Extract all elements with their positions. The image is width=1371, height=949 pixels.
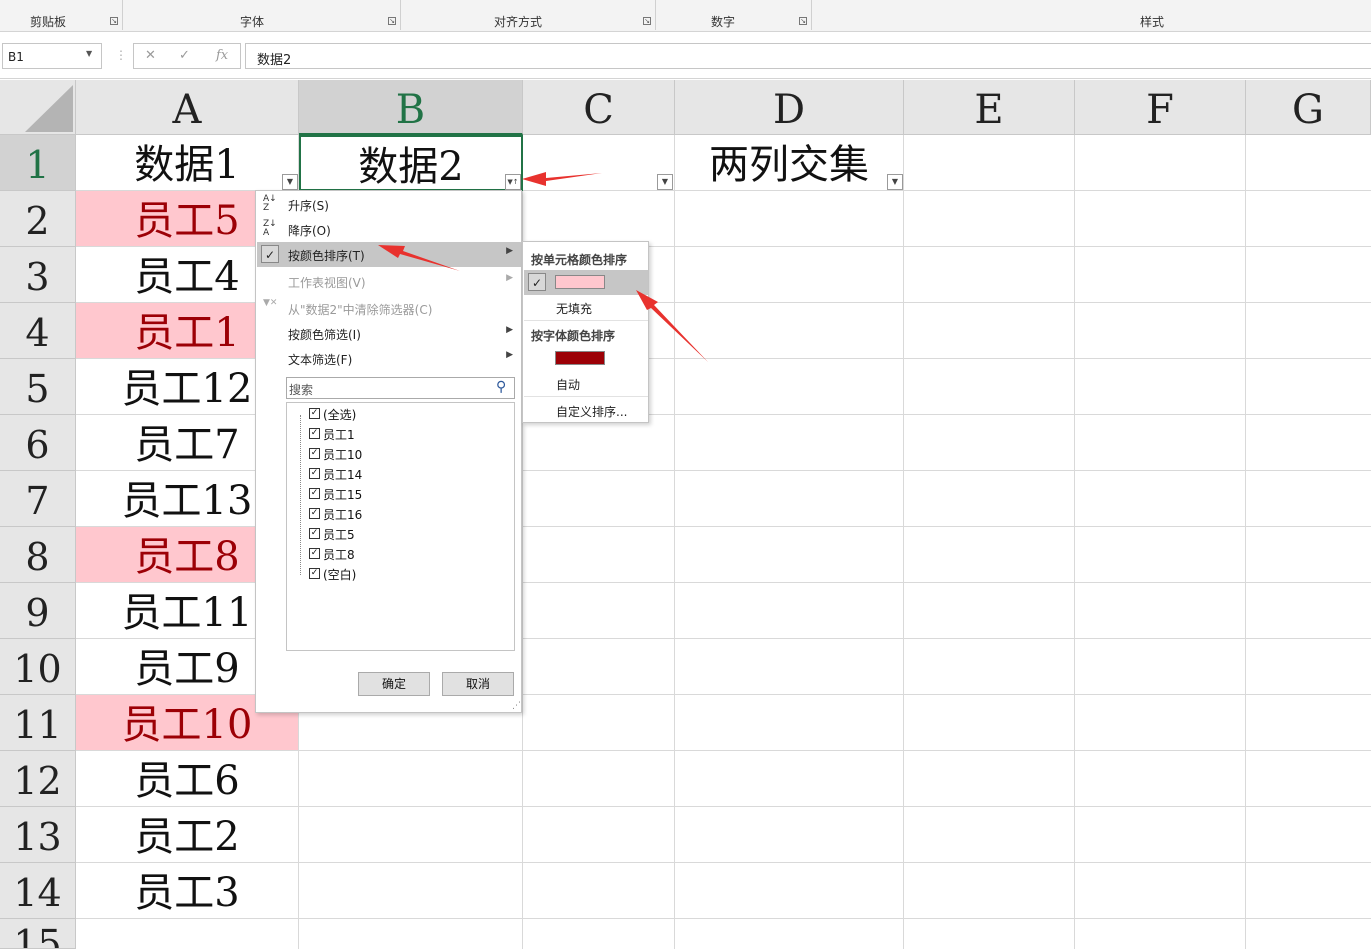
ribbon-group-number: 数字 bbox=[711, 15, 736, 29]
row-header-2[interactable]: 2 bbox=[0, 191, 76, 247]
column-header-b[interactable]: B bbox=[299, 80, 523, 135]
ribbon-group-font: 字体 bbox=[240, 15, 265, 29]
insert-function-icon[interactable]: fx bbox=[216, 48, 228, 63]
chevron-down-icon[interactable]: ▼ bbox=[86, 49, 92, 58]
number-launcher-icon[interactable]: ↘ bbox=[799, 17, 807, 25]
cell-a12[interactable]: 员工6 bbox=[76, 751, 299, 807]
clear-filter-icon: ▼✕ bbox=[263, 298, 278, 308]
row-header-13[interactable]: 13 bbox=[0, 807, 76, 863]
enter-icon[interactable]: ✓ bbox=[179, 48, 190, 63]
checkbox-checked-icon[interactable]: ✓ bbox=[309, 508, 320, 519]
formula-input[interactable]: 数据2 bbox=[245, 43, 1371, 69]
column-header-a[interactable]: A bbox=[76, 80, 299, 135]
checkbox-checked-icon[interactable]: ✓ bbox=[309, 468, 320, 479]
row-header-12[interactable]: 12 bbox=[0, 751, 76, 807]
filter-dropdown-menu: A↓ Z 升序(S) Z↓ A 降序(O) ✓ 按颜色排序(T) ▶ 工作表视图(V… bbox=[255, 190, 522, 713]
menu-sort-by-color[interactable]: ✓ 按颜色排序(T) ▶ bbox=[257, 242, 521, 267]
row-header-3[interactable]: 3 bbox=[0, 247, 76, 303]
ribbon-group-styles: 样式 bbox=[1140, 15, 1165, 29]
sort-dark-red-font-option[interactable] bbox=[524, 346, 648, 371]
filter-values-list: ✓ (全选) ✓ 员工1 ✓ 员工10 ✓ 员工14 ✓ 员工15 ✓ 员工16 ✓ 员工5 … bbox=[286, 402, 515, 651]
submenu-arrow-icon: ▶ bbox=[506, 273, 513, 283]
checkmark-icon: ✓ bbox=[261, 245, 279, 263]
ok-button[interactable]: 确定 bbox=[358, 672, 430, 696]
checkbox-checked-icon[interactable]: ✓ bbox=[309, 528, 320, 539]
cell-a14[interactable]: 员工3 bbox=[76, 863, 299, 919]
cell-a1[interactable]: 数据1 bbox=[76, 135, 299, 191]
checkmark-icon: ✓ bbox=[528, 273, 546, 291]
row-header-14[interactable]: 14 bbox=[0, 863, 76, 919]
row-header-9[interactable]: 9 bbox=[0, 583, 76, 639]
sort-ascending-icon: A↓ Z bbox=[263, 194, 277, 213]
ribbon-group-alignment: 对齐方式 bbox=[494, 15, 543, 29]
checkbox-checked-icon[interactable]: ✓ bbox=[309, 568, 320, 579]
checkbox-checked-icon[interactable]: ✓ bbox=[309, 408, 320, 419]
sort-by-color-submenu: 按单元格颜色排序 ✓ 无填充 按字体颜色排序 自动 自定义排序... bbox=[522, 241, 649, 423]
select-all-corner[interactable] bbox=[0, 80, 76, 135]
menu-sort-descending[interactable]: Z↓ A 降序(O) bbox=[257, 217, 521, 242]
checkbox-checked-icon[interactable]: ✓ bbox=[309, 448, 320, 459]
alignment-launcher-icon[interactable]: ↘ bbox=[643, 17, 651, 25]
checkbox-checked-icon[interactable]: ✓ bbox=[309, 548, 320, 559]
cancel-button[interactable]: 取消 bbox=[442, 672, 514, 696]
menu-filter-by-color[interactable]: 按颜色筛选(I) ▶ bbox=[257, 321, 521, 346]
row-header-5[interactable]: 5 bbox=[0, 359, 76, 415]
row-header-6[interactable]: 6 bbox=[0, 415, 76, 471]
row-header-7[interactable]: 7 bbox=[0, 471, 76, 527]
menu-sheet-view[interactable]: 工作表视图(V) ▶ bbox=[257, 269, 521, 294]
sort-pink-fill-option[interactable]: ✓ bbox=[524, 270, 648, 295]
filter-search-input[interactable]: 搜索 bbox=[286, 377, 515, 399]
cell-a13[interactable]: 员工2 bbox=[76, 807, 299, 863]
custom-sort-option[interactable]: 自定义排序... bbox=[524, 398, 648, 423]
clipboard-launcher-icon[interactable]: ↘ bbox=[110, 17, 118, 25]
menu-text-filter[interactable]: 文本筛选(F) ▶ bbox=[257, 346, 521, 371]
filter-dropdown-c1[interactable]: ▼ bbox=[657, 174, 673, 190]
ribbon: 剪贴板 ↘ 字体 ↘ 对齐方式 ↘ 数字 ↘ 样式 bbox=[0, 0, 1371, 32]
submenu-arrow-icon: ▶ bbox=[506, 325, 513, 335]
checkbox-checked-icon[interactable]: ✓ bbox=[309, 428, 320, 439]
row-header-1[interactable]: 1 bbox=[0, 135, 76, 191]
sort-descending-icon: Z↓ A bbox=[263, 219, 277, 238]
more-options-icon: ⋮ bbox=[115, 48, 127, 62]
sort-no-fill-option[interactable]: 无填充 bbox=[524, 295, 648, 320]
column-header-g[interactable]: G bbox=[1246, 80, 1371, 135]
pink-fill-swatch bbox=[555, 275, 605, 289]
menu-sort-ascending[interactable]: A↓ Z 升序(S) bbox=[257, 192, 521, 217]
filter-dropdown-a1[interactable]: ▼ bbox=[282, 174, 298, 190]
ribbon-group-clipboard: 剪贴板 bbox=[30, 15, 67, 29]
font-launcher-icon[interactable]: ↘ bbox=[388, 17, 396, 25]
formula-buttons: ✕ ✓ fx bbox=[133, 43, 241, 69]
cancel-icon[interactable]: ✕ bbox=[145, 48, 156, 63]
column-header-c[interactable]: C bbox=[523, 80, 675, 135]
row-header-10[interactable]: 10 bbox=[0, 639, 76, 695]
filter-sort-active-b1[interactable]: ▼↑ bbox=[505, 174, 521, 190]
font-color-header: 按字体颜色排序 bbox=[531, 329, 616, 343]
sort-auto-option[interactable]: 自动 bbox=[524, 371, 648, 396]
cell-color-header: 按单元格颜色排序 bbox=[531, 253, 628, 267]
cell-b1[interactable]: 数据2 bbox=[299, 135, 523, 191]
row-header-4[interactable]: 4 bbox=[0, 303, 76, 359]
select-all-icon bbox=[25, 85, 73, 132]
row-header-15[interactable]: 15 bbox=[0, 919, 76, 949]
submenu-arrow-icon: ▶ bbox=[506, 350, 513, 360]
search-icon: ⚲ bbox=[496, 379, 507, 395]
row-header-11[interactable]: 11 bbox=[0, 695, 76, 751]
row-header-8[interactable]: 8 bbox=[0, 527, 76, 583]
column-header-e[interactable]: E bbox=[904, 80, 1075, 135]
column-header-f[interactable]: F bbox=[1075, 80, 1246, 135]
checkbox-checked-icon[interactable]: ✓ bbox=[309, 488, 320, 499]
resize-grip-icon[interactable]: ⋰ bbox=[512, 701, 521, 711]
cell-d1[interactable]: 两列交集 bbox=[675, 135, 904, 191]
column-header-d[interactable]: D bbox=[675, 80, 904, 135]
dark-red-font-swatch bbox=[555, 351, 605, 365]
filter-dropdown-d1[interactable]: ▼ bbox=[887, 174, 903, 190]
menu-clear-filter[interactable]: ▼✕ 从"数据2"中清除筛选器(C) bbox=[257, 296, 521, 321]
submenu-arrow-icon: ▶ bbox=[506, 246, 513, 256]
